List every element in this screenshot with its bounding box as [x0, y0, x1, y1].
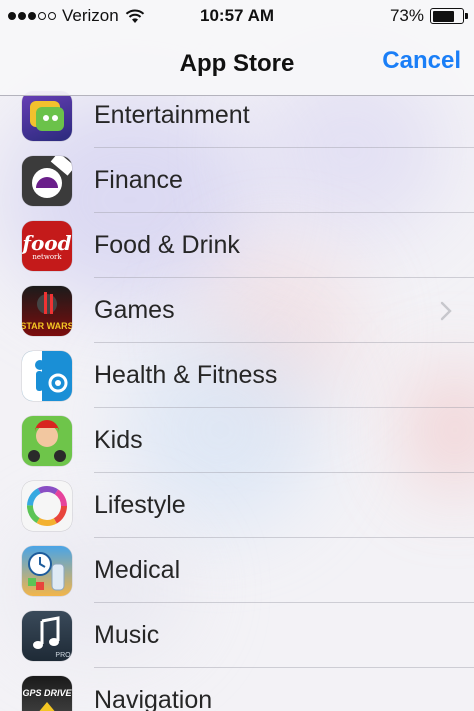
food-icon-subtext: network: [32, 252, 62, 261]
fitness-app-icon: [22, 350, 72, 401]
medical-app-icon: [22, 545, 72, 596]
category-label: Entertainment: [94, 101, 250, 129]
category-row-food-drink[interactable]: food network Food & Drink: [0, 213, 474, 278]
carrier-name: Verizon: [62, 6, 119, 25]
category-label: Music: [94, 621, 160, 649]
gps-drive-icon: GPS DRIVE: [22, 675, 72, 711]
category-list: Entertainment Finance food network Food …: [0, 83, 474, 711]
category-label: Health & Fitness: [94, 361, 278, 389]
finance-app-icon: [22, 155, 72, 206]
category-label: Food & Drink: [94, 231, 240, 259]
entertainment-app-icon: [22, 90, 72, 141]
wifi-icon: [125, 9, 144, 23]
food-icon-text: food: [22, 230, 72, 255]
food-network-icon: food network: [22, 220, 72, 271]
battery-icon: [430, 8, 468, 24]
category-label: Medical: [94, 556, 181, 584]
category-row-navigation[interactable]: GPS DRIVE Navigation: [0, 668, 474, 711]
signal-strength-icon: [8, 12, 56, 20]
navigation-icon-text: GPS DRIVE: [22, 688, 72, 698]
category-row-health-fitness[interactable]: Health & Fitness: [0, 343, 474, 408]
category-row-lifestyle[interactable]: Lifestyle: [0, 473, 474, 538]
category-row-medical[interactable]: Medical: [0, 538, 474, 603]
status-left: Verizon: [8, 6, 145, 26]
music-note-icon: PRO: [22, 610, 72, 661]
category-row-kids[interactable]: Kids: [0, 408, 474, 473]
music-icon-text: PRO: [55, 652, 71, 659]
battery-level-fill: [432, 10, 454, 22]
chevron-right-icon: [440, 301, 452, 320]
category-row-finance[interactable]: Finance: [0, 148, 474, 213]
category-row-games[interactable]: STAR WARS Games: [0, 278, 474, 343]
color-wheel-icon: [22, 480, 72, 531]
category-label: Games: [94, 296, 175, 324]
battery-percentage: 73%: [389, 6, 424, 25]
status-time: 10:57 AM: [199, 6, 275, 25]
navigation-bar: App Store Cancel: [0, 32, 474, 96]
games-icon-text: STAR WARS: [22, 321, 72, 331]
category-row-music[interactable]: PRO Music: [0, 603, 474, 668]
page-title: App Store: [179, 49, 295, 77]
status-right: 73%: [389, 6, 468, 26]
category-label: Navigation: [94, 686, 213, 711]
category-label: Lifestyle: [94, 491, 186, 519]
star-wars-game-icon: STAR WARS: [22, 285, 72, 336]
kids-app-icon: [22, 415, 72, 466]
cancel-button[interactable]: Cancel: [382, 47, 461, 75]
status-bar: Verizon 10:57 AM 73%: [0, 0, 474, 32]
category-label: Kids: [94, 426, 143, 454]
category-label: Finance: [94, 166, 183, 194]
